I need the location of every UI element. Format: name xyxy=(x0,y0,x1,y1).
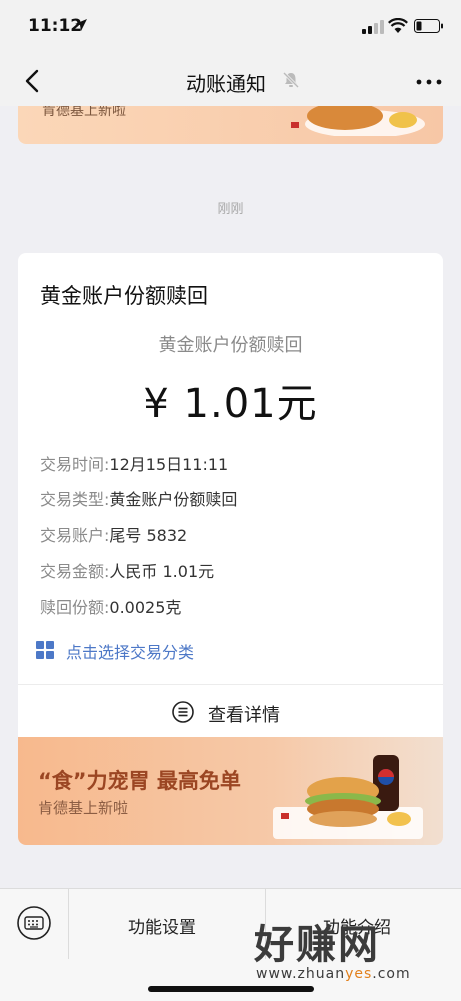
classify-label: 点击选择交易分类 xyxy=(66,643,195,662)
wifi-icon xyxy=(388,18,408,33)
info-key: 交易金额: xyxy=(40,562,110,581)
list-circle-icon xyxy=(172,701,194,723)
battery-icon xyxy=(414,19,443,33)
menu-divider xyxy=(68,889,69,959)
watermark-url-prefix: www.zhuan xyxy=(256,966,346,982)
keyboard-icon[interactable] xyxy=(16,905,52,941)
more-options-icon[interactable] xyxy=(415,78,443,86)
message-timestamp: 刚刚 xyxy=(217,202,244,217)
amount-label: 黄金账户份额赎回 xyxy=(158,335,303,356)
status-bar: 11:12 xyxy=(0,0,461,56)
amount-value: ¥ 1.01元 xyxy=(143,381,318,427)
info-key: 交易类型: xyxy=(40,490,110,509)
nav-bar: 动账通知 xyxy=(0,56,461,106)
watermark-logo-text: 好赚网 xyxy=(254,922,380,968)
transaction-card: 黄金账户份额赎回 黄金账户份额赎回 ¥ 1.01元 交易时间:12月15日11:… xyxy=(18,253,443,845)
info-value: 12月15日11:11 xyxy=(109,455,229,474)
back-arrow-icon[interactable] xyxy=(22,68,42,94)
watermark-url-suffix: .com xyxy=(372,966,411,982)
page-title: 动账通知 xyxy=(186,72,266,96)
info-key: 交易时间: xyxy=(40,455,110,474)
info-row-shares: 赎回份额:0.0025克 xyxy=(40,594,181,618)
info-row-time: 交易时间:12月15日11:11 xyxy=(40,451,228,475)
banner-subtitle: 肯德基上新啦 xyxy=(38,799,129,817)
food-image xyxy=(291,106,425,136)
food-image xyxy=(273,755,423,839)
view-details-button[interactable]: 查看详情 xyxy=(18,685,443,737)
menu-function-settings[interactable]: 功能设置 xyxy=(128,913,196,938)
info-row-amount: 交易金额:人民币 1.01元 xyxy=(40,558,214,582)
info-row-type: 交易类型:黄金账户份额赎回 xyxy=(40,486,237,510)
previous-promo-banner[interactable]: 肯德基上新啦 xyxy=(18,106,443,144)
previous-message-card[interactable]: 肯德基上新啦 xyxy=(18,106,443,144)
info-value: 人民币 1.01元 xyxy=(109,562,215,581)
info-key: 赎回份额: xyxy=(40,598,110,617)
grid-icon xyxy=(36,641,54,659)
banner-title: “食”力宠胃 最高免单 xyxy=(38,769,241,793)
view-details-label: 查看详情 xyxy=(208,705,280,726)
cellular-signal-icon xyxy=(362,20,384,34)
watermark: 好赚网 www.zhuanyes.com xyxy=(250,912,450,992)
info-row-account: 交易账户:尾号 5832 xyxy=(40,522,187,546)
watermark-url: www.zhuanyes.com xyxy=(256,966,411,982)
location-arrow-icon xyxy=(75,19,87,31)
muted-bell-icon xyxy=(282,71,300,89)
info-key: 交易账户: xyxy=(40,526,110,545)
info-value: 0.0025克 xyxy=(109,598,182,617)
promo-banner[interactable]: “食”力宠胃 最高免单 肯德基上新啦 xyxy=(18,737,443,845)
previous-banner-subtitle: 肯德基上新啦 xyxy=(42,106,126,119)
info-value: 黄金账户份额赎回 xyxy=(109,490,238,509)
watermark-url-accent: yes xyxy=(345,966,373,982)
info-value: 尾号 5832 xyxy=(109,526,188,545)
card-title: 黄金账户份额赎回 xyxy=(40,284,208,308)
